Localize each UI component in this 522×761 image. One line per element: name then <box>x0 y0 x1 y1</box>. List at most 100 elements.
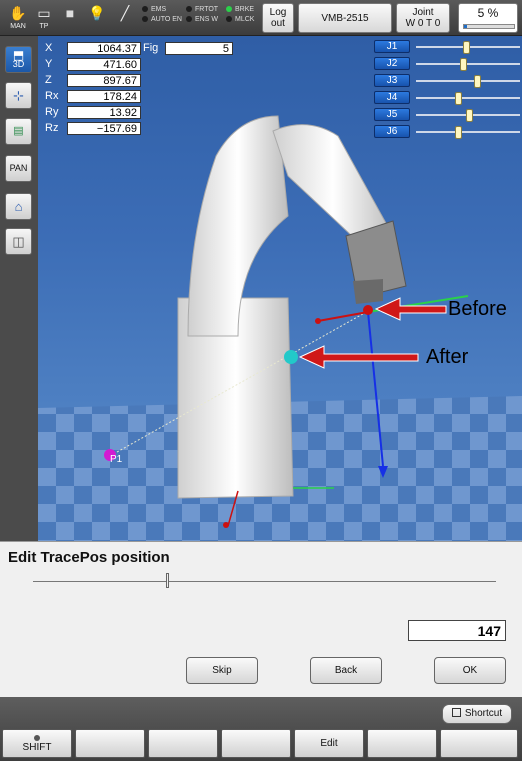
box-view-button[interactable]: ◫ <box>5 228 32 255</box>
status-label: ENS W <box>195 16 218 23</box>
edit-tracepos-panel: Edit TracePos position 147 Skip Back OK <box>0 541 522 697</box>
joint-slider-track[interactable] <box>416 91 520 105</box>
layer-icon: ▤ <box>13 125 24 137</box>
after-arrow <box>298 345 419 369</box>
joint-slider-knob[interactable] <box>454 91 462 105</box>
coord-row-z: Z 897.67 <box>45 72 141 88</box>
speed-bar-fill <box>464 25 467 28</box>
robot-model-button[interactable]: VMB-2515 <box>298 3 392 33</box>
status-label: BRKE <box>235 6 255 13</box>
layer-button[interactable]: ▤ <box>5 118 32 145</box>
joint-label[interactable]: J5 <box>374 108 410 121</box>
position-slider-knob[interactable] <box>166 573 170 588</box>
fig-readout: Fig 5 <box>143 40 233 56</box>
shift-key[interactable]: SHIFT <box>2 729 72 758</box>
coordinate-readout: X 1064.37 Y 471.60 Z 897.67 Rx 178.24 Ry 13.9… <box>45 40 141 136</box>
joint-row-j6: J6 <box>374 123 520 140</box>
wrench-icon[interactable]: ╱ <box>113 3 137 33</box>
edit-key[interactable]: Edit <box>294 729 364 758</box>
logout-label: Log out <box>269 7 287 29</box>
logout-button[interactable]: Log out <box>262 3 294 33</box>
function-key-4[interactable] <box>221 729 291 758</box>
pan-label: PAN <box>9 163 28 173</box>
joint-slider-track[interactable] <box>416 108 520 122</box>
back-button[interactable]: Back <box>310 657 382 684</box>
status-light <box>226 16 232 23</box>
pan-button[interactable]: PAN <box>5 155 32 182</box>
position-value-field[interactable]: 147 <box>408 620 506 641</box>
status-light <box>142 6 148 13</box>
joint-label[interactable]: J4 <box>374 91 410 104</box>
robot-flange <box>353 279 383 304</box>
ok-button[interactable]: OK <box>434 657 506 684</box>
y-axis-red <box>317 311 369 322</box>
joint-mode-button[interactable]: Joint W 0 T 0 <box>396 3 450 33</box>
fig-label: Fig <box>143 42 159 54</box>
joint-slider-track[interactable] <box>416 40 520 54</box>
joint-slider-knob[interactable] <box>459 57 467 71</box>
joint-slider-track[interactable] <box>416 125 520 139</box>
edit-label: Edit <box>320 737 338 749</box>
before-marker <box>363 305 373 315</box>
function-key-7[interactable] <box>440 729 518 758</box>
position-slider-track[interactable] <box>33 573 496 588</box>
p1-label: P1 <box>110 454 123 465</box>
coord-row-x: X 1064.37 <box>45 40 141 56</box>
joint-label[interactable]: J6 <box>374 125 410 138</box>
joint-slider-knob[interactable] <box>474 74 482 88</box>
coord-value: 471.60 <box>67 57 141 71</box>
shift-label: SHIFT <box>22 741 52 753</box>
speed-indicator[interactable]: 5 % <box>458 3 518 33</box>
joint-label[interactable]: J1 <box>374 40 410 53</box>
hand-icon[interactable]: ✋ MAN <box>6 3 30 33</box>
after-annotation: After <box>426 346 469 368</box>
shortcut-button[interactable]: Shortcut <box>442 704 512 724</box>
3d-view-button[interactable]: ⬒ 3D <box>5 46 32 73</box>
status-label: FRTOT <box>195 6 219 13</box>
joint-slider-knob[interactable] <box>462 40 470 54</box>
joint-slider-knob[interactable] <box>466 108 474 122</box>
stop-square-icon[interactable]: ■ <box>58 3 82 33</box>
teach-pendant-icon[interactable]: ▭ TP <box>32 3 56 33</box>
joint-slider-knob[interactable] <box>454 125 462 139</box>
box-icon: ◫ <box>12 234 25 249</box>
3d-viewport[interactable]: Before After P1 X 1064.37 Y 471.60 Z 897.67… <box>38 36 522 541</box>
status-light <box>226 6 232 13</box>
function-key-3[interactable] <box>148 729 218 758</box>
base-axis-marker <box>223 522 229 528</box>
joint-label[interactable]: J2 <box>374 57 410 70</box>
joint-row-j1: J1 <box>374 38 520 55</box>
view-tool-sidebar: ⬒ 3D ⊹ ▤ PAN ⌂ ◫ <box>0 36 38 541</box>
pose-button[interactable]: ⊹ <box>5 82 32 109</box>
before-annotation: Before <box>448 298 507 320</box>
skip-button[interactable]: Skip <box>186 657 258 684</box>
function-key-2[interactable] <box>75 729 145 758</box>
home-view-button[interactable]: ⌂ <box>5 193 32 220</box>
lightbulb-icon[interactable]: 💡 <box>85 3 109 33</box>
coord-label: Y <box>45 58 53 70</box>
status-auto-en: AUTO EN <box>142 15 182 25</box>
coord-row-ry: Ry 13.92 <box>45 104 141 120</box>
shortcut-icon <box>451 708 461 717</box>
status-label: EMS <box>151 6 167 13</box>
coord-value: 897.67 <box>67 73 141 87</box>
joint-row-j3: J3 <box>374 72 520 89</box>
panel-title: Edit TracePos position <box>8 549 170 566</box>
status-label: AUTO EN <box>151 16 182 23</box>
status-label: MLCK <box>235 16 255 23</box>
function-key-6[interactable] <box>367 729 437 758</box>
joint-slider-track[interactable] <box>416 74 520 88</box>
status-mlck: MLCK <box>226 15 254 25</box>
status-brke: BRKE <box>226 5 254 15</box>
joint-row-j2: J2 <box>374 55 520 72</box>
speed-text: 5 % <box>477 6 499 20</box>
3d-view-label: 3D <box>12 58 25 69</box>
after-marker <box>284 350 298 364</box>
function-key-bar: Shortcut SHIFT Edit <box>0 697 522 761</box>
coord-label: Rx <box>45 90 59 102</box>
shift-indicator-icon <box>34 734 40 741</box>
joint-slider-track[interactable] <box>416 57 520 71</box>
app-root: ✋ MAN ▭ TP ■ 💡 ╱ EMS AUTO EN FRTOT ENS W B… <box>0 0 522 761</box>
joint-label[interactable]: J3 <box>374 74 410 87</box>
axis-end-marker <box>315 318 321 324</box>
